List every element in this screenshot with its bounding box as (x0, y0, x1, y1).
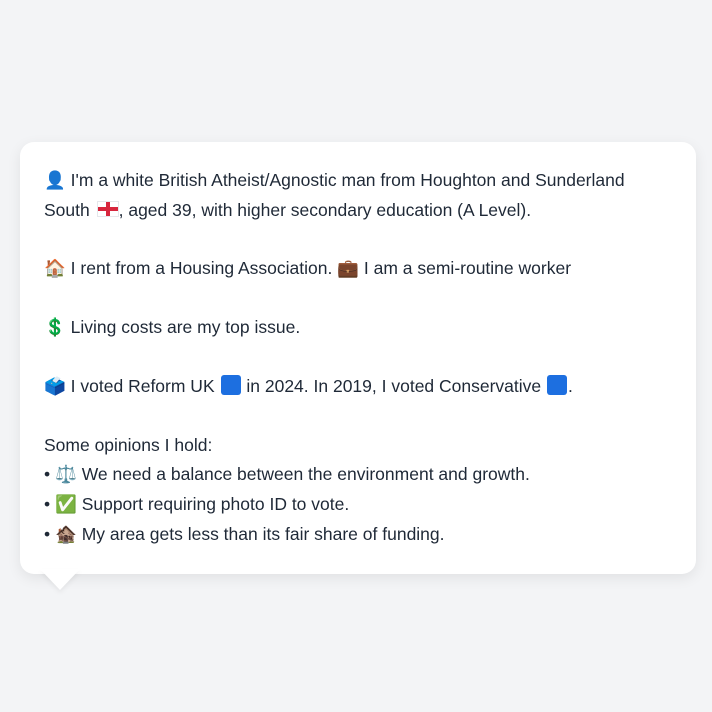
dollar-icon: 💲 (44, 318, 66, 338)
vote-text: I voted Reform UK (70, 376, 215, 396)
bubble-tail (40, 569, 80, 590)
scales-icon: ⚖️ (55, 465, 77, 485)
bullet: • (44, 464, 51, 484)
briefcase-icon: 💼 (337, 259, 359, 279)
opinion-text: My area gets less than its fair share of… (81, 524, 445, 544)
bullet: • (44, 524, 51, 544)
opinion-item: • ⚖️ We need a balance between the envir… (44, 460, 672, 490)
derelict-house-icon: 🏚️ (55, 525, 77, 545)
conservative-party-color-icon (547, 375, 568, 395)
vote-text-continued: in 2024. In 2019, I voted Conservative (246, 376, 542, 396)
opinions-list: • ⚖️ We need a balance between the envir… (44, 460, 672, 550)
vote-line: 🗳️ I voted Reform UK in 2024. In 2019, I… (44, 372, 672, 402)
identity-line: 👤 I'm a white British Atheist/Agnostic m… (44, 166, 672, 225)
issue-text: Living costs are my top issue. (70, 317, 301, 337)
opinion-text: Support requiring photo ID to vote. (81, 494, 350, 514)
ballot-box-icon: 🗳️ (44, 377, 66, 397)
housing-text: I rent from a Housing Association. (70, 258, 333, 278)
opinion-text: We need a balance between the environmen… (81, 464, 530, 484)
profile-bubble: 👤 I'm a white British Atheist/Agnostic m… (20, 142, 696, 574)
opinion-item: • ✅ Support requiring photo ID to vote. (44, 490, 672, 520)
house-icon: 🏠 (44, 259, 66, 279)
opinion-item: • 🏚️ My area gets less than its fair sha… (44, 520, 672, 550)
person-icon: 👤 (44, 171, 66, 191)
bullet: • (44, 494, 51, 514)
identity-text-continued: , aged 39, with higher secondary educati… (118, 200, 532, 220)
vote-text-end: . (568, 376, 573, 396)
england-flag-icon (96, 201, 119, 217)
check-mark-icon: ✅ (55, 495, 77, 515)
issue-line: 💲 Living costs are my top issue. (44, 313, 672, 343)
reform-party-color-icon (220, 375, 241, 395)
opinions-heading: Some opinions I hold: (44, 435, 213, 455)
housing-line: 🏠 I rent from a Housing Association. 💼 I… (44, 254, 672, 284)
work-text: I am a semi-routine worker (363, 258, 572, 278)
